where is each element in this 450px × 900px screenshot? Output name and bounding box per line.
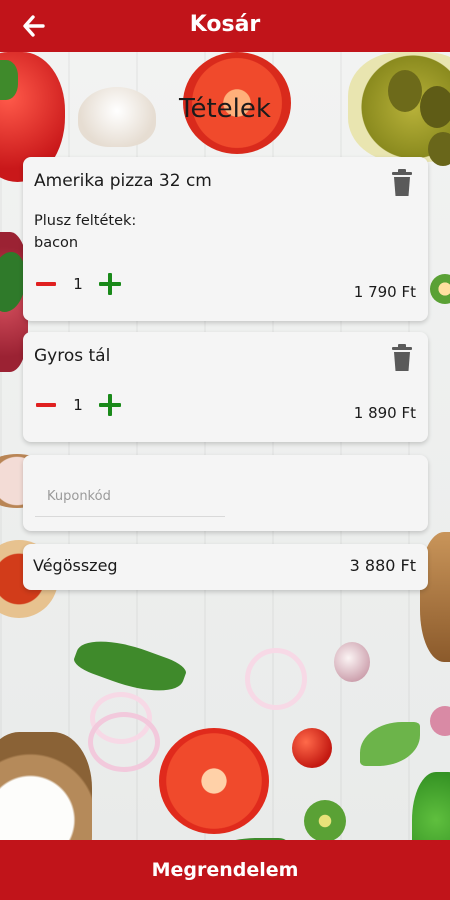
increase-quantity-button[interactable] — [97, 271, 123, 297]
order-button[interactable]: Megrendelem — [0, 840, 450, 900]
total-card: Végösszeg 3 880 Ft — [23, 544, 428, 590]
cart-item: Amerika pizza 32 cm Plusz feltétek: baco… — [23, 157, 428, 321]
flour-sack-image — [0, 732, 92, 840]
total-label: Végösszeg — [33, 556, 118, 575]
quantity-stepper: 1 — [33, 390, 123, 420]
quantity-value: 1 — [73, 275, 83, 293]
item-name: Amerika pizza 32 cm — [34, 171, 212, 191]
increase-quantity-button[interactable] — [97, 392, 123, 418]
green-pepper-image — [412, 772, 450, 840]
quantity-value: 1 — [73, 396, 83, 414]
olive-image — [428, 132, 450, 166]
onion-image — [430, 706, 450, 736]
cart-item: Gyros tál 1 1 890 Ft — [23, 332, 428, 442]
decrease-quantity-button[interactable] — [33, 271, 59, 297]
tomato-slice-image — [159, 728, 269, 834]
decrease-quantity-button[interactable] — [33, 392, 59, 418]
coupon-input[interactable] — [35, 477, 225, 517]
basil-leaf-image — [360, 722, 420, 766]
green-tomato-image — [304, 800, 346, 840]
item-price: 1 790 Ft — [353, 283, 416, 301]
trash-icon[interactable] — [390, 169, 414, 197]
coupon-card — [23, 455, 428, 531]
onion-ring-image — [88, 712, 160, 772]
garlic-image — [334, 642, 370, 682]
onion-ring-image — [245, 648, 307, 710]
cherry-tomato-image — [292, 728, 332, 768]
tomato-slice-image — [430, 274, 450, 304]
total-value: 3 880 Ft — [349, 556, 416, 575]
trash-icon[interactable] — [390, 344, 414, 372]
section-title: Tételek — [179, 94, 271, 124]
extras-label: Plusz feltétek: — [34, 213, 137, 229]
item-price: 1 890 Ft — [353, 404, 416, 422]
item-name: Gyros tál — [34, 346, 111, 366]
app-header: Kosár — [0, 0, 450, 52]
quantity-stepper: 1 — [33, 269, 123, 299]
page-title: Kosár — [189, 12, 261, 37]
extras-value: bacon — [34, 235, 79, 251]
